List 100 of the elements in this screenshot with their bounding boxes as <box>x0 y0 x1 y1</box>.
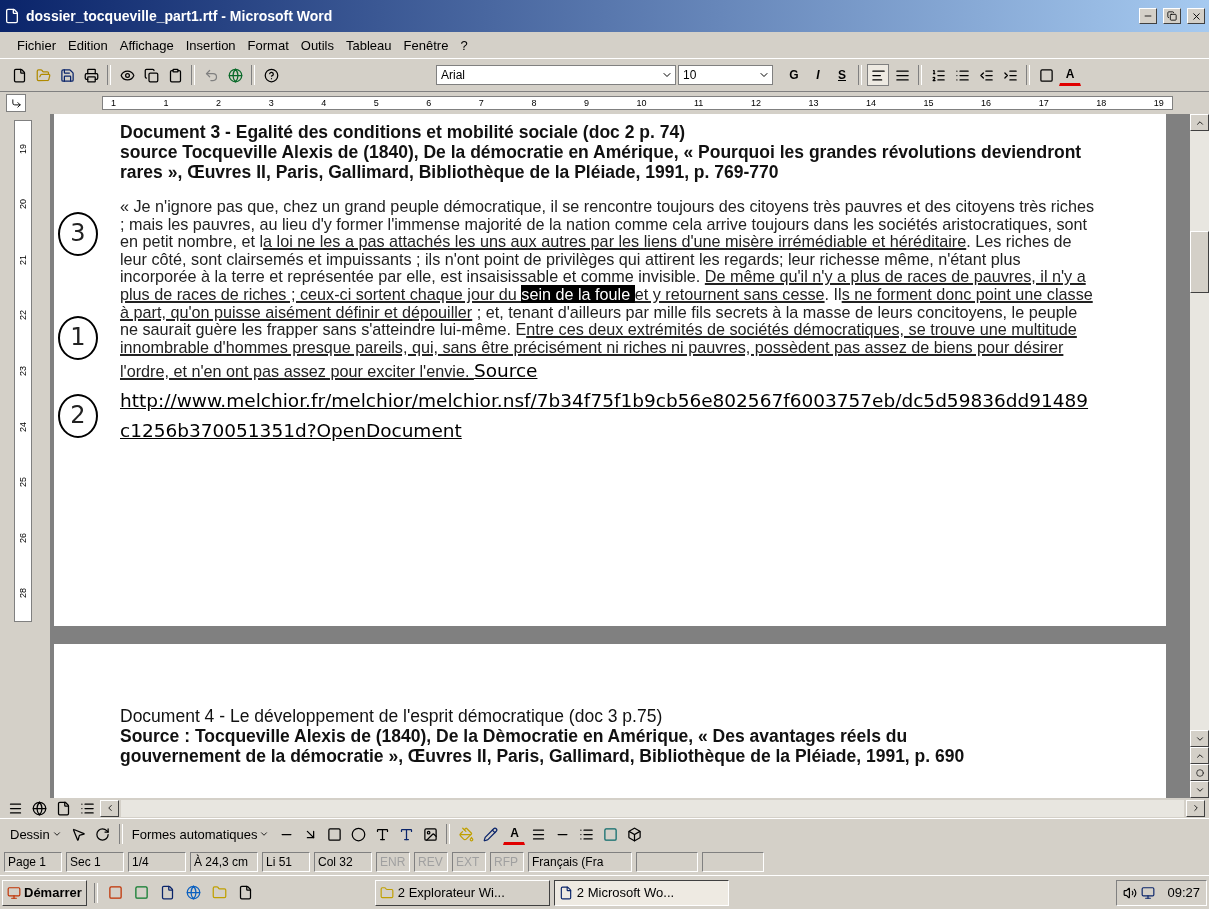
normal-view-icon[interactable] <box>7 800 23 816</box>
restore-icon <box>1167 11 1177 21</box>
document-icon <box>4 8 20 24</box>
font-color-button[interactable]: A <box>503 823 526 845</box>
scroll-right-button[interactable] <box>1186 799 1205 817</box>
status-field: Sec 1 <box>66 852 124 872</box>
scroll-up-button[interactable] <box>1190 114 1209 131</box>
document-heading: Document 4 - Le développement de l'esprit démocratique (doc 3 p.75) <box>120 706 664 726</box>
page-view-icon[interactable] <box>55 800 71 816</box>
folder-icon <box>379 885 394 900</box>
format-button[interactable]: I <box>807 64 829 86</box>
menu-item[interactable]: Insertion <box>180 35 241 55</box>
menu-item[interactable]: Affichage <box>114 35 179 55</box>
ruler-number: 23 <box>18 365 28 376</box>
help-icon[interactable] <box>263 67 279 83</box>
web-view-icon[interactable] <box>31 800 47 816</box>
picture-icon[interactable] <box>423 826 438 842</box>
next-page-button[interactable] <box>1190 781 1209 798</box>
font-name-field[interactable]: Arial <box>436 65 676 85</box>
ruler-number: 2 <box>216 98 222 108</box>
undo-icon[interactable] <box>203 67 219 83</box>
menu-item[interactable]: Edition <box>63 35 113 55</box>
ruler-number: 19 <box>1153 98 1164 108</box>
ruler-number: 11 <box>694 98 704 108</box>
document-icon[interactable] <box>238 885 254 900</box>
speaker-icon[interactable] <box>1123 885 1138 900</box>
status-field: À 24,3 cm <box>190 852 258 872</box>
globe-icon[interactable] <box>227 67 243 83</box>
taskbar-button[interactable]: 2 Microsoft Wo... <box>553 879 729 906</box>
paste-icon[interactable] <box>167 67 183 83</box>
document-heading: Source : Tocqueville Alexis de (1840), De la Dèmocratie en Amérique, « Des avantages réels du <box>120 726 909 746</box>
border-icon[interactable] <box>1038 67 1054 83</box>
start-button[interactable]: Démarrer <box>2 879 87 906</box>
circle-icon <box>1195 768 1204 777</box>
taskbar-button[interactable]: 2 Explorateur Wi... <box>374 879 550 906</box>
restore-button[interactable] <box>1163 8 1181 24</box>
autoshapes-menu[interactable]: Formes automatiques <box>127 824 274 844</box>
menu-item[interactable]: Fichier <box>12 35 61 55</box>
ruler-number: 26 <box>18 532 28 543</box>
justify-icon <box>894 67 910 83</box>
browse-object-button[interactable] <box>1190 764 1209 781</box>
menu-item[interactable]: Outils <box>295 35 339 55</box>
ruler-number: 17 <box>1038 98 1049 108</box>
document-icon <box>558 885 573 900</box>
format-button[interactable]: G <box>783 64 805 86</box>
handwritten-number: 1 <box>58 316 98 360</box>
menu-item[interactable]: ? <box>455 35 473 55</box>
menu-item[interactable]: Tableau <box>341 35 397 55</box>
close-button[interactable] <box>1187 8 1205 24</box>
printer-icon[interactable] <box>83 67 99 83</box>
font-size-field[interactable]: 10 <box>678 65 773 85</box>
fill-color-icon[interactable] <box>459 826 474 842</box>
ruler-number: 12 <box>750 98 761 108</box>
menu-item[interactable]: Fenêtre <box>398 35 454 55</box>
new-document-icon[interactable] <box>11 67 27 83</box>
draw-menu[interactable]: Dessin <box>6 824 66 844</box>
tab-stop-icon <box>10 97 22 109</box>
tab-selector[interactable] <box>6 94 26 112</box>
ruler-number: 16 <box>981 98 992 108</box>
text-box-icon[interactable] <box>375 826 390 842</box>
pointer-icon[interactable] <box>71 826 87 842</box>
line-style-icon[interactable] <box>531 826 546 842</box>
ruler-number: 18 <box>1096 98 1107 108</box>
save-icon[interactable] <box>59 67 75 83</box>
status-field: 1/4 <box>128 852 186 872</box>
ruler-number: 20 <box>18 199 28 210</box>
document-heading: Document 3 - Egalité des conditions et mobilité sociale (doc 2 p. 74) <box>120 122 686 142</box>
3d-icon[interactable] <box>627 826 642 842</box>
print-preview-icon[interactable] <box>119 67 135 83</box>
menu-item[interactable]: Format <box>242 35 294 55</box>
horizontal-scrollbar[interactable] <box>121 799 1184 817</box>
close-icon <box>1190 10 1202 22</box>
align-left-button[interactable] <box>867 64 889 86</box>
rotate-icon[interactable] <box>95 826 111 842</box>
previous-page-button[interactable] <box>1190 747 1209 764</box>
line-color-icon[interactable] <box>483 826 498 842</box>
align-left-icon <box>870 67 886 83</box>
ruler-number: 25 <box>18 477 28 488</box>
document-heading: gouvernement de la démocratie », Œuvres II, Paris, Gallimard, Bibliothèque de la Pléiade, 1991, p. 690 <box>120 746 966 766</box>
scroll-down-button[interactable] <box>1190 730 1209 747</box>
ruler-number: 5 <box>373 98 379 108</box>
outline-view-icon[interactable] <box>79 800 95 816</box>
browser-icon[interactable] <box>186 885 202 900</box>
ellipse-icon[interactable] <box>351 826 366 842</box>
clock: 09:27 <box>1167 885 1200 900</box>
ruler-number: 4 <box>321 98 327 108</box>
ruler-number: 22 <box>18 310 28 321</box>
numbered-list-icon[interactable] <box>930 67 946 83</box>
bullet-list-icon[interactable] <box>954 67 970 83</box>
ruler-number: 9 <box>583 98 589 108</box>
decrease-indent-icon[interactable] <box>978 67 994 83</box>
scroll-left-button[interactable] <box>100 799 119 817</box>
format-button[interactable]: S <box>831 64 853 86</box>
minimize-button[interactable] <box>1139 8 1157 24</box>
scrollbar-thumb[interactable] <box>1190 231 1209 293</box>
increase-indent-icon[interactable] <box>1002 67 1018 83</box>
ruler-number: 1 <box>163 98 169 108</box>
rectangle-icon[interactable] <box>327 826 342 842</box>
font-color-button[interactable]: A <box>1059 64 1081 86</box>
copy-icon[interactable] <box>143 67 159 83</box>
